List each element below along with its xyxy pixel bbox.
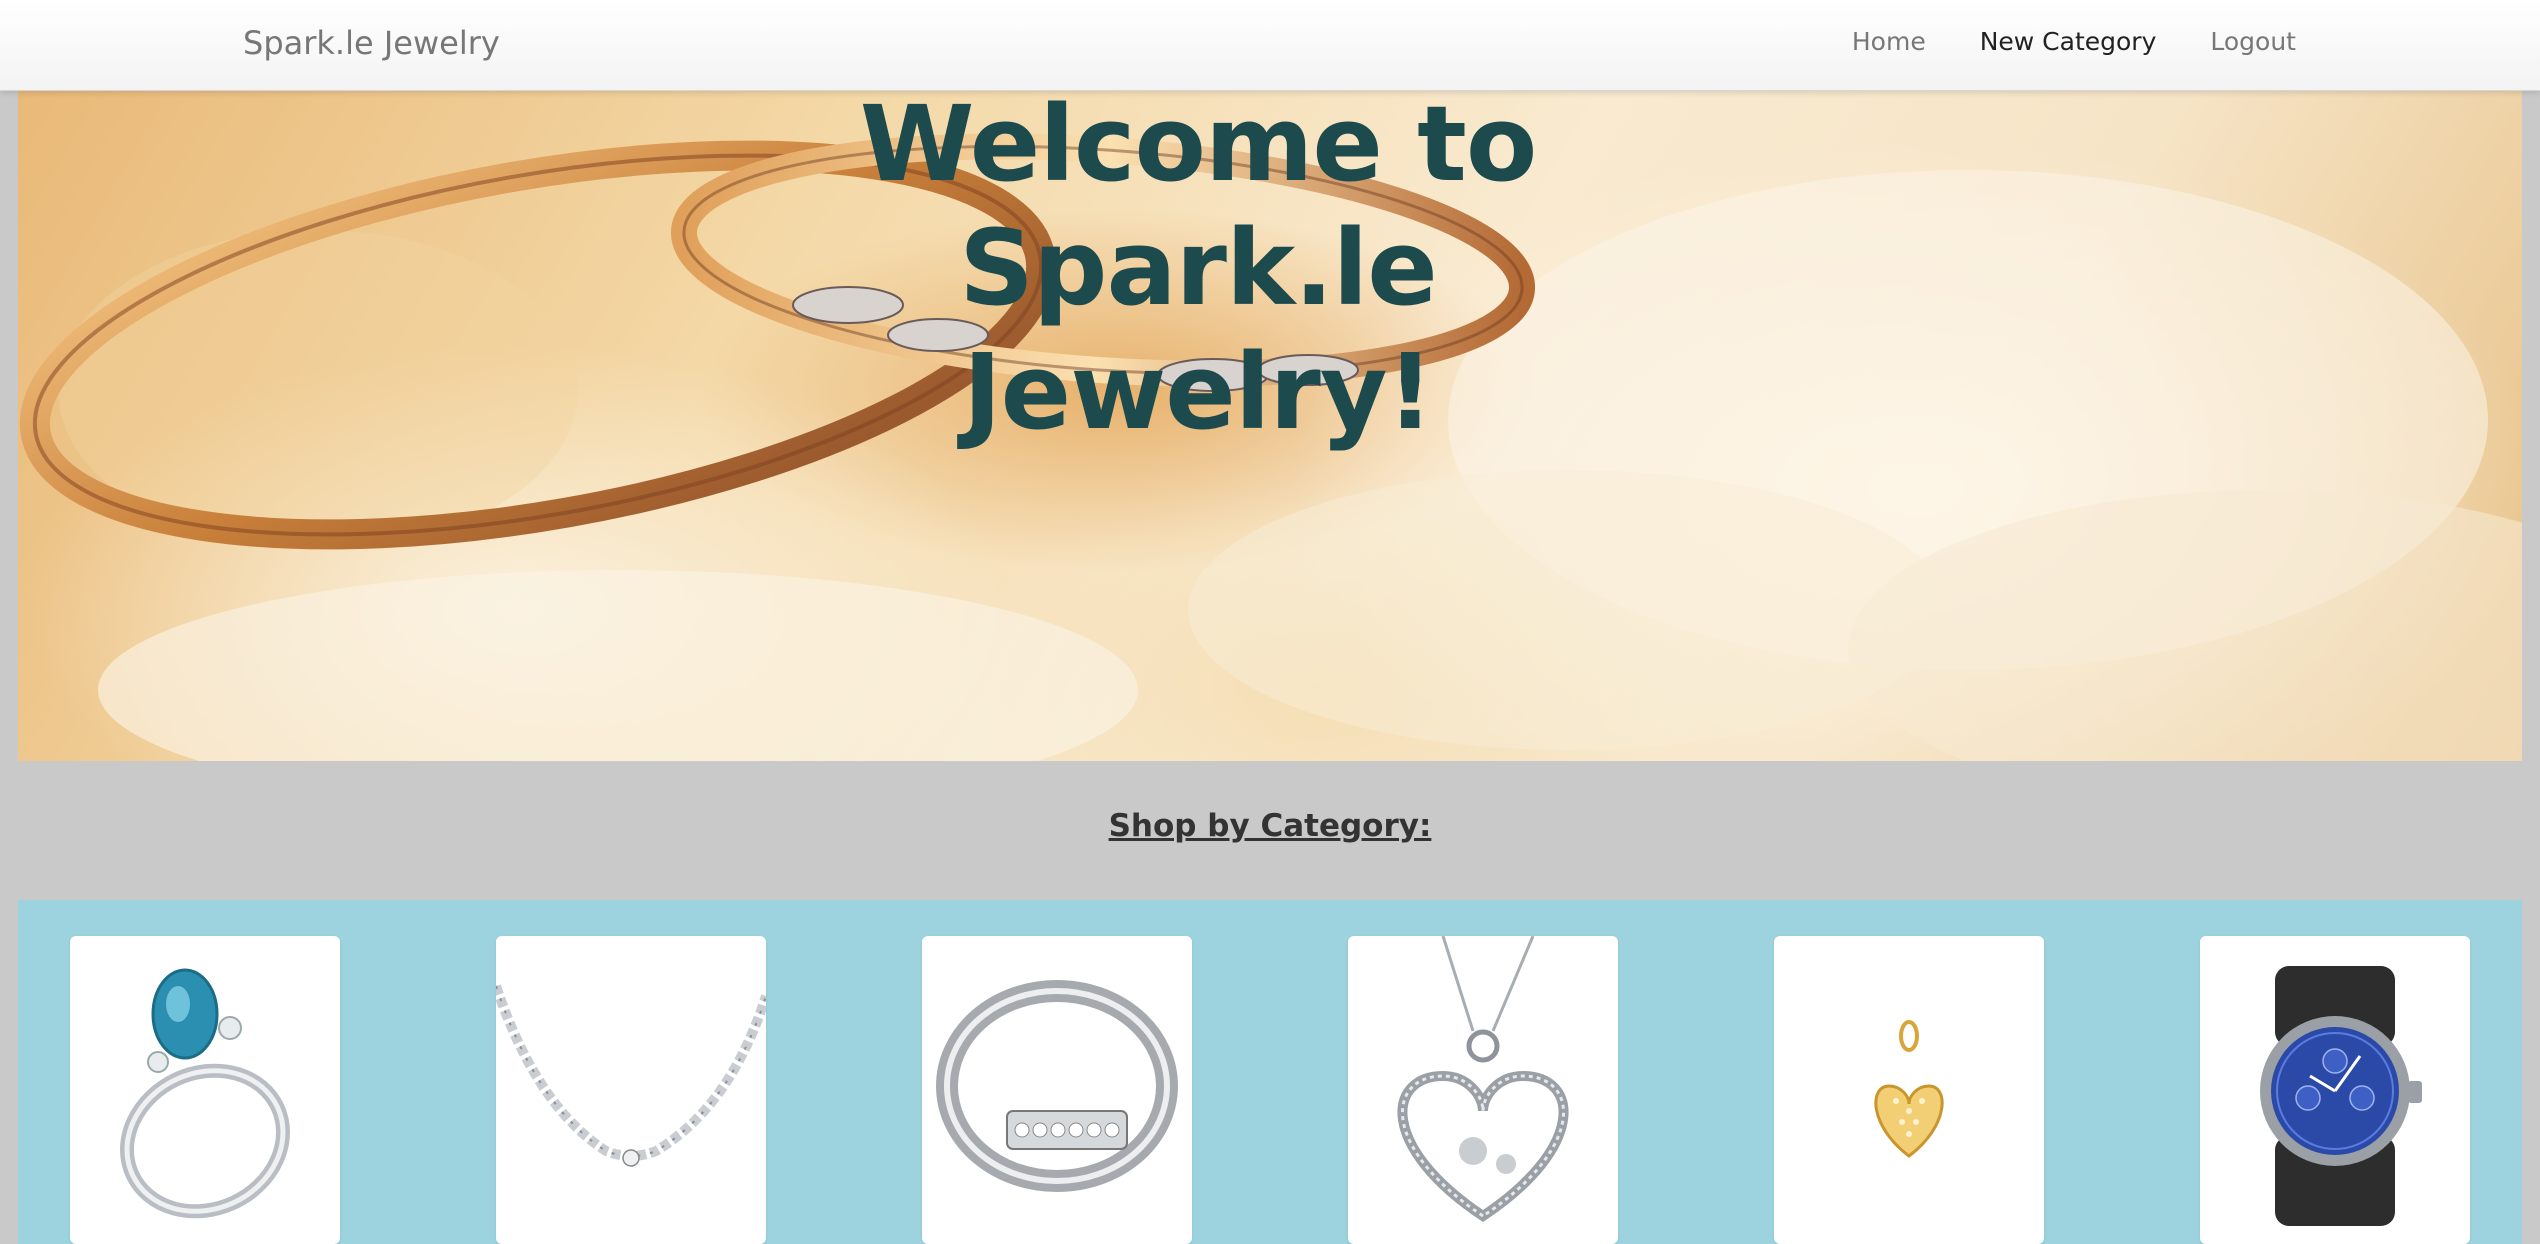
heart-pendant-necklace-icon <box>1397 936 1569 1223</box>
hero-title-line2: Jewelry! <box>962 331 1434 453</box>
diamond-necklace-icon <box>496 984 766 1167</box>
nav-link-home[interactable]: Home <box>1852 27 1926 56</box>
top-navbar: Spark.le Jewelry Home New Category Logou… <box>0 0 2540 91</box>
nav-link-new-category[interactable]: New Category <box>1980 27 2157 56</box>
category-card-rings-silver[interactable] <box>922 936 1192 1244</box>
hero-title: Welcome to Spark.le Jewelry! <box>638 90 1758 454</box>
brand-logo-link[interactable]: Spark.le Jewelry <box>243 24 500 62</box>
category-card-necklaces[interactable] <box>496 936 766 1244</box>
nav-link-logout[interactable]: Logout <box>2210 27 2296 56</box>
hero-title-line1: Welcome to Spark.le <box>859 90 1538 329</box>
blue-gem-ring-icon <box>120 968 290 1219</box>
shop-by-category-heading: Shop by Category: <box>1108 808 1432 844</box>
gold-heart-charm-icon <box>1874 1020 1944 1158</box>
category-card-rings[interactable] <box>70 936 340 1244</box>
silver-bypass-ring-icon <box>936 980 1178 1192</box>
category-card-watches[interactable] <box>2200 936 2470 1244</box>
category-card-pendants[interactable] <box>1348 936 1618 1244</box>
nav-links: Home New Category Logout <box>1852 27 2296 56</box>
category-card-charms[interactable] <box>1774 936 2044 1244</box>
category-band <box>18 900 2522 1244</box>
hero-banner: Welcome to Spark.le Jewelry! <box>18 90 2522 761</box>
smart-watch-icon <box>2260 966 2422 1226</box>
